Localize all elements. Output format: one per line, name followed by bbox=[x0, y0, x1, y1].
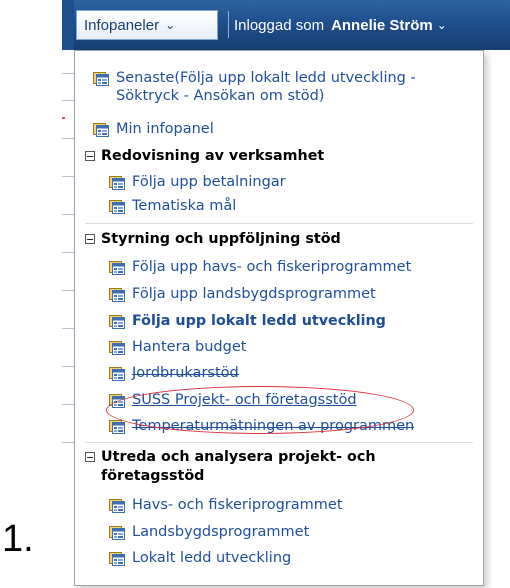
infopaneler-menu-label: Infopaneler bbox=[84, 16, 160, 34]
chevron-down-icon: ⌄ bbox=[165, 18, 176, 32]
dashboard-icon bbox=[109, 550, 125, 566]
group-title: Redovisning av verksamhet bbox=[101, 148, 325, 164]
background-page-strip bbox=[62, 0, 74, 588]
menu-item-label: Senaste(Följa upp lokalt ledd utveckling… bbox=[116, 70, 416, 104]
collapse-minus-icon[interactable] bbox=[85, 151, 95, 161]
menu-item-label: Hantera budget bbox=[132, 339, 247, 355]
menu-item-landsbygdsprogrammet-analys[interactable]: Landsbygdsprogrammet bbox=[109, 523, 309, 541]
menu-item-label: SUSS Projekt- och företagsstöd bbox=[132, 392, 357, 408]
menu-item-label: Följa upp betalningar bbox=[132, 174, 286, 190]
collapse-minus-icon[interactable] bbox=[85, 452, 95, 462]
group-title: Utreda och analysera projekt- och företa… bbox=[101, 449, 376, 484]
menu-divider bbox=[85, 223, 473, 224]
menu-item-havs-och-fiskeriprogrammet[interactable]: Havs- och fiskeriprogrammet bbox=[109, 496, 343, 514]
menu-item-label: Lokalt ledd utveckling bbox=[132, 550, 292, 566]
dashboard-icon bbox=[109, 497, 125, 513]
menu-divider bbox=[85, 442, 473, 443]
menu-item-label: Följa upp lokalt ledd utveckling bbox=[132, 313, 386, 329]
menu-item-temperaturmatningen[interactable]: Temperaturmätningen av programmen bbox=[109, 417, 415, 435]
group-header-styrning[interactable]: Styrning och uppföljning stöd bbox=[85, 230, 481, 249]
chevron-down-icon: ⌄ bbox=[436, 18, 447, 32]
user-menu[interactable]: Inloggad som Annelie Ström ⌄ bbox=[234, 10, 447, 40]
group-header-utreda[interactable]: Utreda och analysera projekt- och företa… bbox=[85, 448, 481, 486]
collapse-minus-icon[interactable] bbox=[85, 234, 95, 244]
dashboard-icon bbox=[109, 198, 125, 214]
menu-item-min-infopanel[interactable]: Min infopanel bbox=[93, 120, 214, 138]
infopaneler-dropdown-menu: Senaste(Följa upp lokalt ledd utveckling… bbox=[74, 50, 484, 586]
dashboard-icon bbox=[109, 259, 125, 275]
menu-item-hantera-budget[interactable]: Hantera budget bbox=[109, 338, 246, 356]
top-navigation-bar: Infopaneler ⌄ Inloggad som Annelie Ström… bbox=[74, 0, 510, 50]
menu-item-label: Tematiska mål bbox=[132, 198, 237, 214]
menu-item-label: Min infopanel bbox=[116, 121, 214, 137]
menu-item-senaste[interactable]: Senaste(Följa upp lokalt ledd utveckling… bbox=[93, 69, 456, 105]
step-number: 1. bbox=[2, 518, 34, 560]
dashboard-icon bbox=[109, 365, 125, 381]
group-title: Styrning och uppföljning stöd bbox=[101, 231, 341, 247]
dashboard-icon bbox=[109, 524, 125, 540]
menu-item-lokalt-ledd-utveckling[interactable]: Följa upp lokalt ledd utveckling bbox=[109, 312, 386, 330]
logged-in-label: Inloggad som bbox=[234, 16, 325, 34]
topbar-separator bbox=[228, 11, 229, 38]
dashboard-icon bbox=[109, 286, 125, 302]
menu-item-folja-upp-betalningar[interactable]: Följa upp betalningar bbox=[109, 173, 286, 191]
group-header-redovisning[interactable]: Redovisning av verksamhet bbox=[85, 147, 481, 166]
menu-item-suss-projekt-och-foretagsstod[interactable]: SUSS Projekt- och företagsstöd bbox=[109, 391, 357, 409]
menu-item-landsbygdsprogrammet[interactable]: Följa upp landsbygdsprogrammet bbox=[109, 285, 376, 303]
dashboard-icon bbox=[109, 174, 125, 190]
menu-item-lokalt-ledd-utveckling-analys[interactable]: Lokalt ledd utveckling bbox=[109, 549, 291, 567]
dashboard-icon bbox=[109, 392, 125, 408]
menu-item-label: Temperaturmätningen av programmen bbox=[132, 418, 415, 434]
dashboard-icon bbox=[93, 121, 109, 137]
user-name: Annelie Ström bbox=[331, 16, 433, 34]
menu-item-havs-och-fiskeri[interactable]: Följa upp havs- och fiskeriprogrammet bbox=[109, 258, 411, 276]
menu-item-jordbrukarstod[interactable]: Jordbrukarstöd bbox=[109, 364, 239, 382]
menu-item-label: Följa upp havs- och fiskeriprogrammet bbox=[132, 259, 412, 275]
menu-item-label: Havs- och fiskeriprogrammet bbox=[132, 497, 343, 513]
dashboard-icon bbox=[93, 70, 109, 86]
menu-item-tematiska-mal[interactable]: Tematiska mål bbox=[109, 197, 236, 215]
menu-item-label: Landsbygdsprogrammet bbox=[132, 524, 310, 540]
dashboard-icon bbox=[109, 339, 125, 355]
dashboard-icon bbox=[109, 418, 125, 434]
menu-item-label: Jordbrukarstöd bbox=[132, 365, 239, 381]
menu-item-label: Följa upp landsbygdsprogrammet bbox=[132, 286, 376, 302]
infopaneler-menu-button[interactable]: Infopaneler ⌄ bbox=[76, 10, 218, 40]
dashboard-icon bbox=[109, 313, 125, 329]
